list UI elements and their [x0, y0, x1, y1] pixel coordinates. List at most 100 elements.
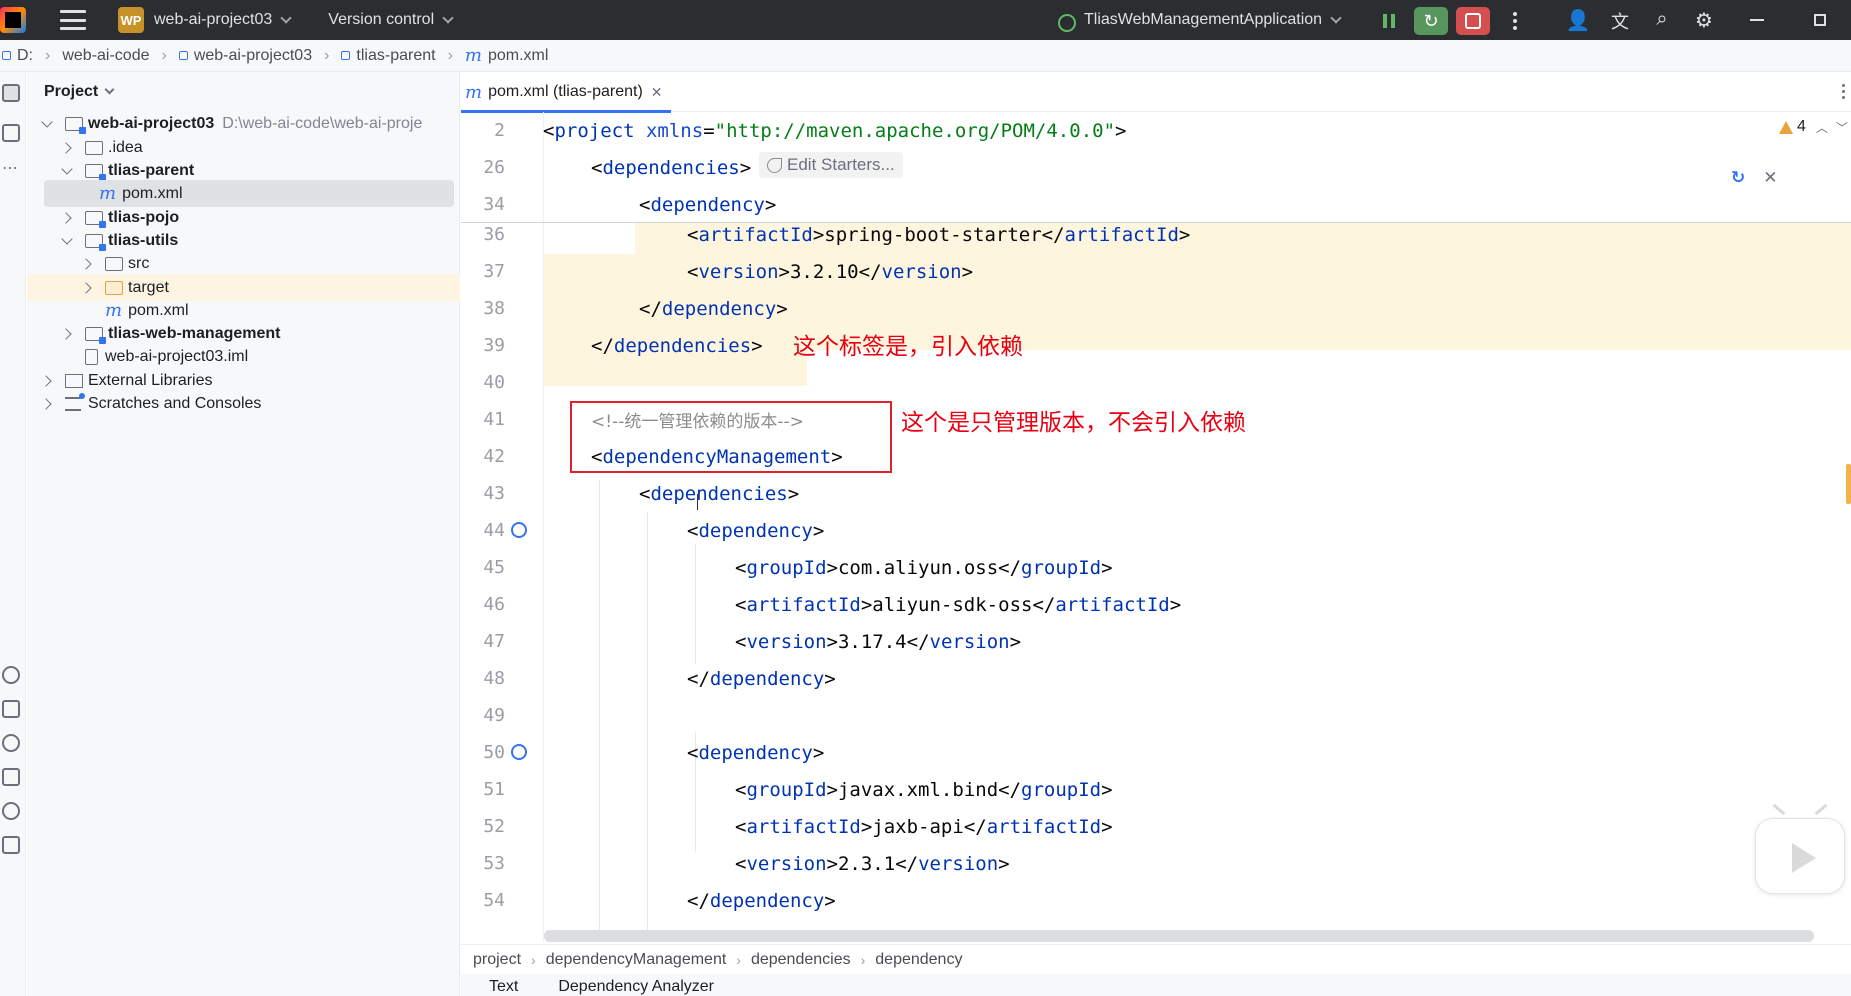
problems-tool-icon[interactable] — [2, 802, 20, 820]
project-badge: WP — [118, 7, 144, 33]
module-icon — [178, 51, 188, 60]
search-icon[interactable]: ⌕ — [1648, 8, 1676, 31]
drive-icon — [2, 51, 11, 60]
project-switcher[interactable]: web-ai-project03 — [154, 11, 292, 29]
code-line-39: 39 </dependencies> — [483, 334, 763, 357]
breadcrumb-item-web-ai-code[interactable]: web-ai-code — [62, 47, 149, 65]
library-icon — [65, 373, 83, 388]
maven-reload-icon[interactable]: ↻ — [1731, 168, 1745, 188]
crumb-dependency[interactable]: dependency — [875, 951, 962, 969]
annotation-dependencies: 这个标签是，引入依赖 — [793, 334, 1023, 360]
code-line-37: 37 <version>3.2.10</version> — [483, 260, 974, 283]
code-editor[interactable]: 2 <project xmlns="http://maven.apache.or… — [461, 112, 1851, 942]
horizontal-scrollbar[interactable] — [544, 930, 1814, 942]
iml-file-icon — [85, 348, 98, 365]
git-tool-icon[interactable] — [2, 836, 20, 854]
dependency-gutter-icon[interactable] — [511, 744, 527, 760]
close-icon[interactable]: ✕ — [1763, 168, 1777, 188]
crumb-dependency-management[interactable]: dependencyManagement — [546, 951, 727, 969]
debug-tool-icon[interactable] — [2, 734, 20, 752]
more-tools-icon[interactable]: ⋯ — [2, 158, 18, 178]
tab-dependency-analyzer[interactable]: Dependency Analyzer — [558, 978, 714, 996]
tree-item-scratches[interactable]: Scratches and Consoles — [27, 390, 460, 417]
more-actions-button[interactable] — [1498, 7, 1532, 35]
breadcrumb-item-tlias-parent[interactable]: tlias-parent — [356, 47, 435, 65]
code-line-45: 45 <groupId>com.aliyun.oss</groupId> — [483, 556, 1113, 579]
editor-area: m pom.xml (tlias-parent) ✕ 2 <project xm… — [461, 72, 1851, 996]
chevron-down-icon — [442, 11, 454, 24]
code-line-52: 52 <artifactId>jaxb-api</artifactId> — [483, 815, 1113, 838]
crumb-dependencies[interactable]: dependencies — [751, 951, 851, 969]
window-restore-button[interactable] — [1814, 14, 1826, 26]
chevron-down-icon — [104, 84, 115, 95]
run-config-label: TliasWebManagementApplication — [1084, 11, 1323, 28]
breadcrumb-item-pom[interactable]: pom.xml — [488, 47, 548, 65]
inspections-widget[interactable]: 4 ︿﹀ — [1779, 118, 1851, 136]
warning-icon — [1779, 120, 1793, 134]
breadcrumb-item-drive[interactable]: D: — [17, 47, 33, 65]
terminal-tool-icon[interactable] — [2, 768, 20, 786]
tab-options-icon[interactable] — [1842, 84, 1845, 99]
structure-tool-icon[interactable] — [2, 124, 20, 142]
maven-file-icon: m — [464, 45, 482, 66]
chevron-down-icon — [280, 11, 292, 24]
tree-item-src[interactable]: src — [27, 250, 460, 277]
tree-item-iml[interactable]: web-ai-project03.iml — [27, 343, 460, 370]
project-panel: Project web-ai-project03 D:\web-ai-code\… — [27, 72, 460, 996]
version-control-label: Version control — [328, 11, 435, 28]
maven-reload-popup: ↻ ✕ — [1731, 168, 1778, 188]
module-folder-icon — [85, 163, 106, 181]
video-play-button[interactable] — [1755, 818, 1845, 894]
spring-app-icon — [1056, 10, 1076, 32]
more-vertical-icon — [1513, 12, 1517, 30]
excluded-folder-icon — [105, 280, 123, 295]
edit-starters-button[interactable]: Edit Starters... — [759, 152, 903, 178]
code-line-53: 53 <version>2.3.1</version> — [483, 852, 1010, 875]
pause-button[interactable] — [1372, 7, 1406, 35]
version-control-menu[interactable]: Version control — [328, 11, 454, 29]
settings-gear-icon[interactable]: ⚙ — [1690, 8, 1718, 33]
run-tool-icon[interactable] — [2, 666, 20, 684]
project-panel-header[interactable]: Project — [27, 72, 459, 112]
code-line-48: 48 </dependency> — [483, 667, 836, 690]
code-line-49: 49 — [483, 705, 505, 726]
rerun-button[interactable]: ↻ — [1414, 7, 1448, 35]
close-icon[interactable]: ✕ — [651, 84, 663, 101]
dependency-gutter-icon[interactable] — [511, 522, 527, 538]
chevron-up-down-icon[interactable]: ︿﹀ — [1816, 119, 1851, 136]
main-menu-icon[interactable] — [60, 10, 86, 30]
title-bar: WP web-ai-project03 Version control Tlia… — [0, 0, 1851, 40]
crumb-project[interactable]: project — [473, 951, 521, 969]
window-minimize-button[interactable] — [1750, 19, 1764, 21]
run-configuration-selector[interactable]: TliasWebManagementApplication — [1056, 0, 1342, 40]
module-folder-icon — [65, 116, 86, 134]
profile-icon[interactable]: 👤 — [1564, 8, 1592, 33]
intellij-logo-icon — [0, 7, 26, 33]
tab-text[interactable]: Text — [489, 978, 518, 996]
project-tool-icon[interactable] — [2, 84, 20, 102]
project-name: web-ai-project03 — [154, 11, 273, 28]
tree-item-parent-pom[interactable]: m pom.xml — [44, 180, 454, 207]
code-line-43: 43 <dependencies> — [483, 482, 800, 505]
maven-file-icon: m — [465, 81, 483, 103]
tree-item-root-project[interactable]: web-ai-project03 D:\web-ai-code\web-ai-p… — [27, 110, 460, 137]
module-folder-icon — [85, 233, 106, 251]
tab-label: pom.xml (tlias-parent) — [488, 83, 643, 100]
tab-pom-tlias-parent[interactable]: m pom.xml (tlias-parent) ✕ — [461, 72, 671, 113]
code-line-46: 46 <artifactId>aliyun-sdk-oss</artifactI… — [483, 593, 1182, 616]
code-line-38: 38 </dependency> — [483, 297, 788, 320]
annotation-management: 这个是只管理版本，不会引入依赖 — [901, 410, 1246, 436]
build-tool-icon[interactable] — [2, 700, 20, 718]
project-panel-title: Project — [44, 83, 99, 100]
breadcrumb-item-project[interactable]: web-ai-project03 — [194, 47, 312, 65]
warning-count: 4 — [1797, 118, 1806, 135]
code-line-40: 40 — [483, 372, 505, 393]
code-line-26: 26 <dependencies> — [483, 156, 752, 179]
editor-tab-bar: m pom.xml (tlias-parent) ✕ — [461, 72, 1851, 113]
code-line-44: 44 <dependency> — [483, 519, 825, 542]
xml-path-breadcrumb: project › dependencyManagement › depende… — [461, 944, 1851, 974]
left-tool-strip: ⋯ — [0, 72, 26, 996]
code-line-2: 2 <project xmlns="http://maven.apache.or… — [494, 119, 1127, 142]
translate-icon[interactable]: 文 — [1606, 8, 1634, 34]
stop-button[interactable] — [1456, 7, 1490, 35]
